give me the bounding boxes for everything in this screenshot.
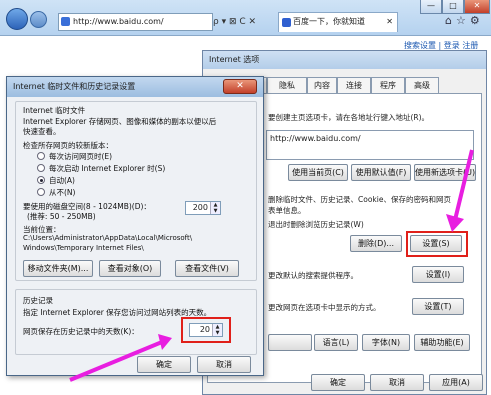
arrow-head-settings	[446, 214, 464, 232]
arrow-to-days	[69, 340, 163, 382]
arrow-to-settings	[453, 149, 474, 221]
annotation-arrows	[69, 149, 474, 382]
arrow-head-days	[158, 334, 172, 350]
